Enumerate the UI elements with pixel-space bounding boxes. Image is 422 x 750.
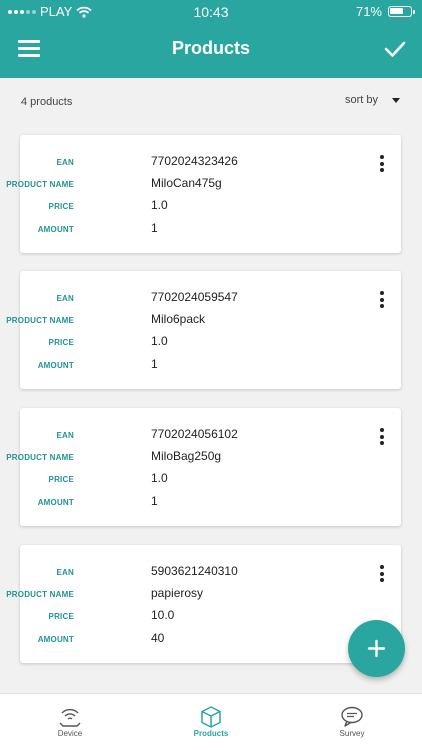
price-label: PRICE xyxy=(48,612,74,621)
sort-dropdown[interactable]: sort by xyxy=(345,94,400,106)
price-row: PRICE 1.0 xyxy=(20,334,340,354)
chat-bubble-icon xyxy=(341,706,363,727)
price-row: PRICE 1.0 xyxy=(20,471,340,491)
amount-row: AMOUNT 1 xyxy=(20,494,340,514)
more-vert-icon[interactable] xyxy=(377,565,387,585)
ean-row: EAN 5903621240310 xyxy=(20,564,340,584)
price-row: PRICE 10.0 xyxy=(20,608,340,628)
price-value: 10.0 xyxy=(151,608,175,622)
ean-label: EAN xyxy=(56,431,74,440)
nav-label-survey: Survey xyxy=(339,729,365,738)
product-name-row: PRODUCT NAME MiloBag250g xyxy=(6,449,340,469)
price-value: 1.0 xyxy=(151,198,168,212)
product-name-label: PRODUCT NAME xyxy=(6,590,74,599)
product-name-row: PRODUCT NAME MiloCan475g xyxy=(6,176,340,196)
ean-row: EAN 7702024059547 xyxy=(20,290,340,310)
amount-label: AMOUNT xyxy=(37,361,74,370)
amount-value: 40 xyxy=(151,631,165,645)
price-label: PRICE xyxy=(48,202,74,211)
caret-down-icon xyxy=(392,97,400,103)
nav-label-device: Device xyxy=(57,729,83,738)
ean-value: 7702024323426 xyxy=(151,154,238,168)
ean-value: 5903621240310 xyxy=(151,564,238,578)
ean-value: 7702024056102 xyxy=(151,427,238,441)
product-count: 4 products xyxy=(21,96,73,108)
price-row: PRICE 1.0 xyxy=(20,198,340,218)
status-bar: PLAY 10:43 71% xyxy=(0,0,422,22)
ean-label: EAN xyxy=(56,158,74,167)
amount-label: AMOUNT xyxy=(37,635,74,644)
bottom-nav: Device Products Survey xyxy=(0,693,422,750)
more-vert-icon[interactable] xyxy=(377,291,387,311)
product-name-value: papierosy xyxy=(151,586,204,600)
amount-value: 1 xyxy=(151,221,158,235)
battery-percent: 71% xyxy=(355,4,382,19)
price-value: 1.0 xyxy=(151,471,168,485)
nav-label-products: Products xyxy=(193,729,229,738)
sort-label: sort by xyxy=(344,94,378,106)
product-name-row: PRODUCT NAME Milo6pack xyxy=(6,312,340,332)
product-name-label: PRODUCT NAME xyxy=(6,316,74,325)
amount-value: 1 xyxy=(151,357,158,371)
ean-row: EAN 7702024323426 xyxy=(20,154,340,174)
product-name-row: PRODUCT NAME papierosy xyxy=(6,586,340,606)
battery-icon xyxy=(388,6,415,17)
ean-row: EAN 7702024056102 xyxy=(20,427,340,447)
plus-icon xyxy=(367,639,386,658)
ean-label: EAN xyxy=(56,294,74,303)
add-product-button[interactable] xyxy=(348,620,405,677)
product-card[interactable]: EAN 7702024323426 PRODUCT NAME MiloCan47… xyxy=(6,135,401,253)
ean-label: EAN xyxy=(56,568,74,577)
list-toolbar: 4 products sort by xyxy=(0,88,422,116)
product-card[interactable]: EAN 7702024056102 PRODUCT NAME MiloBag25… xyxy=(6,408,401,526)
amount-row: AMOUNT 1 xyxy=(20,357,340,377)
nav-item-survey[interactable]: Survey xyxy=(292,694,412,750)
product-name-label: PRODUCT NAME xyxy=(6,180,74,189)
box-icon xyxy=(201,706,221,728)
product-name-value: MiloCan475g xyxy=(151,176,222,190)
product-card[interactable]: EAN 5903621240310 PRODUCT NAME papierosy… xyxy=(6,545,401,663)
amount-row: AMOUNT 1 xyxy=(20,221,340,241)
more-vert-icon[interactable] xyxy=(377,155,387,175)
product-name-value: Milo6pack xyxy=(151,312,206,326)
amount-label: AMOUNT xyxy=(37,225,74,234)
price-label: PRICE xyxy=(48,338,74,347)
price-value: 1.0 xyxy=(151,334,168,348)
more-vert-icon[interactable] xyxy=(377,428,387,448)
app-header: PLAY 10:43 71% Products xyxy=(0,0,422,78)
checkmark-icon[interactable] xyxy=(382,36,408,62)
nav-item-products[interactable]: Products xyxy=(151,694,271,750)
product-name-value: MiloBag250g xyxy=(151,449,222,463)
amount-row: AMOUNT 40 xyxy=(20,631,340,651)
wifi-device-icon xyxy=(59,708,81,727)
amount-label: AMOUNT xyxy=(37,498,74,507)
ean-value: 7702024059547 xyxy=(151,290,238,304)
product-name-label: PRODUCT NAME xyxy=(6,453,74,462)
price-label: PRICE xyxy=(48,475,74,484)
nav-item-device[interactable]: Device xyxy=(10,694,130,750)
page-title: Products xyxy=(171,38,250,58)
amount-value: 1 xyxy=(151,494,158,508)
product-card[interactable]: EAN 7702024059547 PRODUCT NAME Milo6pack… xyxy=(6,271,401,389)
